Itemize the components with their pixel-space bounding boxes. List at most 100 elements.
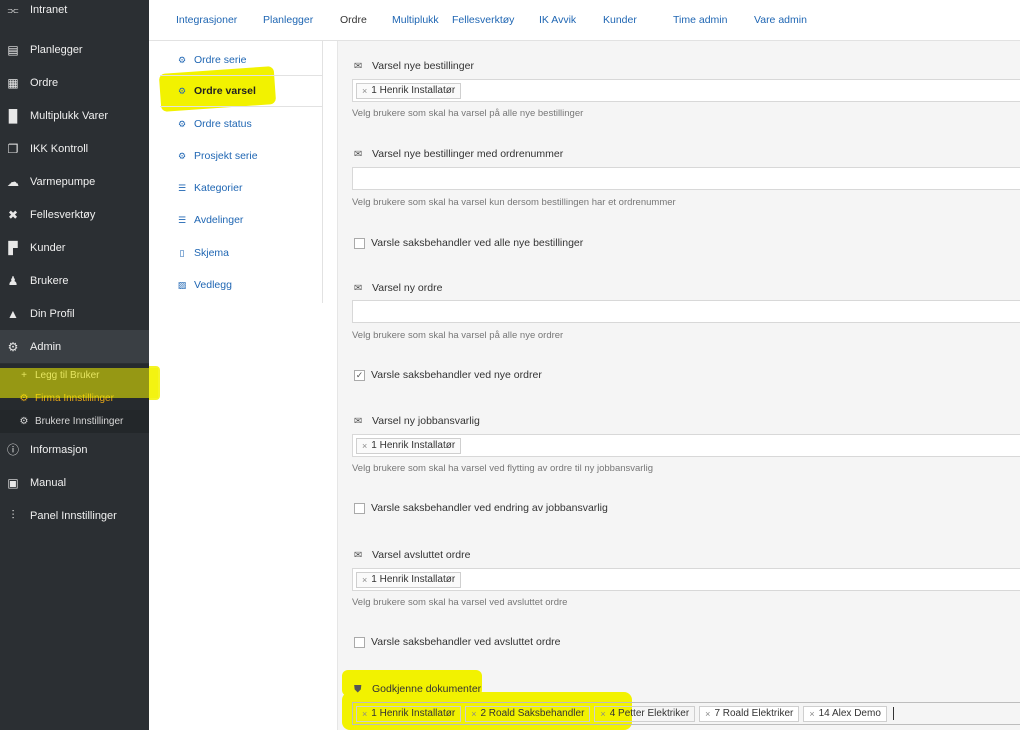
tab-integrasjoner[interactable]: Integrasjoner: [176, 0, 237, 41]
user-tag[interactable]: × 1 Henrik Installatør: [356, 437, 462, 454]
sidebar-item-din-profil[interactable]: ▲ Din Profil: [0, 297, 149, 330]
subnav-label: Vedlegg: [194, 279, 232, 291]
sidebar-item-varmepumpe[interactable]: ☁ Varmepumpe: [0, 165, 149, 198]
checkbox-label: Varsle saksbehandler ved nye ordrer: [371, 369, 542, 381]
tab-kunder[interactable]: Kunder: [603, 0, 637, 41]
subnav-avdelinger[interactable]: ☰ Avdelinger: [160, 204, 322, 236]
select-godkjenne-dokumenter[interactable]: × 1 Henrik Installatør × 2 Roald Saksbehan…: [352, 702, 1020, 725]
select-varsel-ny-ordre[interactable]: [352, 300, 1020, 323]
gear-icon: ⚙: [7, 339, 19, 354]
sidebar-item-label: Varmepumpe: [30, 175, 96, 188]
subnav-kategorier[interactable]: ☰ Kategorier: [160, 172, 322, 204]
user-tag[interactable]: × 1 Henrik Installatør: [356, 571, 462, 588]
tag-label: 1 Henrik Installatør: [371, 85, 456, 96]
sidebar-item-intranet[interactable]: ⫗ Intranet: [0, 0, 149, 22]
remove-icon[interactable]: ×: [362, 86, 367, 96]
cogs-icon: ⚙: [177, 150, 187, 161]
sidebar-subitem-brukere-innstillinger[interactable]: ⚙ Brukere Innstillinger: [0, 410, 149, 433]
cloud-icon: ☁: [7, 174, 19, 189]
shield-icon: ⛊: [354, 683, 362, 695]
tab-ordre[interactable]: Ordre: [340, 0, 367, 41]
subnav-label: Avdelinger: [194, 214, 244, 226]
select-varsel-avsluttet-ordre[interactable]: × 1 Henrik Installatør: [352, 568, 1020, 591]
subnav-label: Ordre serie: [194, 54, 247, 66]
sidebar-item-ikk-kontroll[interactable]: ❐ IKK Kontroll: [0, 132, 149, 165]
tab-vare-admin[interactable]: Vare admin: [754, 0, 807, 41]
sidebar-item-kunder[interactable]: ▛ Kunder: [0, 231, 149, 264]
sidebar-item-informasjon[interactable]: ⓘ Informasjon: [0, 433, 149, 466]
label-varsel-ny-jobbansvarlig: ✉ Varsel ny jobbansvarlig: [354, 415, 480, 427]
tag-label: 2 Roald Saksbehandler: [480, 708, 585, 719]
sidebar-item-panel-innstillinger[interactable]: ⫶ Panel Innstillinger: [0, 499, 149, 532]
envelope-icon: ✉: [354, 60, 363, 72]
sidebar-subitem-firma-innstillinger[interactable]: ⚙ Firma Innstillinger: [0, 387, 149, 410]
sidebar-item-multiplukk[interactable]: █ Multiplukk Varer: [0, 99, 149, 132]
tab-ik-avvik[interactable]: IK Avvik: [539, 0, 576, 41]
barcode-icon: █: [8, 108, 18, 123]
sidebar-subitem-label: Brukere Innstillinger: [35, 416, 124, 427]
sidebar-item-ordre[interactable]: ▦ Ordre: [0, 66, 149, 99]
sidebar-subitem-label: Legg til Bruker: [35, 370, 100, 381]
checkbox[interactable]: [354, 636, 365, 648]
checkbox-varsle-avsluttet-ordre[interactable]: Varsle saksbehandler ved avsluttet ordre: [354, 636, 561, 648]
tag-label: 7 Roald Elektriker: [714, 708, 794, 719]
sidebar-item-fellesverktoy[interactable]: ✖ Fellesverktøy: [0, 198, 149, 231]
checkbox-varsle-alle-bestillinger[interactable]: Varsle saksbehandler ved alle nye bestil…: [354, 237, 583, 249]
user-tag[interactable]: × 1 Henrik Installatør: [356, 82, 462, 99]
subnav-vedlegg[interactable]: ▨ Vedlegg: [160, 269, 322, 301]
remove-icon[interactable]: ×: [362, 575, 367, 585]
list-icon: ☰: [177, 182, 187, 193]
remove-icon[interactable]: ×: [705, 709, 710, 719]
tab-multiplukk[interactable]: Multiplukk: [392, 0, 439, 41]
select-varsel-ordrenummer[interactable]: [352, 167, 1020, 190]
label-varsel-ny-ordre: ✉ Varsel ny ordre: [354, 282, 442, 294]
subnav-skjema[interactable]: ▯ Skjema: [160, 237, 322, 269]
building-icon: ▛: [8, 240, 18, 255]
help-text: Velg brukere som skal ha varsel på alle …: [352, 108, 584, 119]
help-text: Velg brukere som skal ha varsel på alle …: [352, 330, 564, 341]
sidebar-item-label: Planlegger: [30, 43, 83, 56]
select-varsel-ny-jobbansvarlig[interactable]: × 1 Henrik Installatør: [352, 434, 1020, 457]
subnav-prosjekt-serie[interactable]: ⚙ Prosjekt serie: [160, 140, 322, 172]
sidebar-item-brukere[interactable]: ♟ Brukere: [0, 264, 149, 297]
checkbox-checked[interactable]: ✓: [354, 369, 365, 381]
sidebar-item-label: Intranet: [30, 4, 68, 16]
user-tag[interactable]: × 14 Alex Demo: [803, 705, 887, 722]
remove-icon[interactable]: ×: [809, 709, 814, 719]
gear-icon: ⚙: [19, 416, 29, 427]
checkbox[interactable]: [354, 237, 365, 249]
subnav-label: Ordre status: [194, 118, 252, 130]
field-label: Varsel nye bestillinger: [372, 60, 474, 72]
subnav-ordre-varsel[interactable]: ⚙ Ordre varsel: [160, 75, 322, 107]
user-tag[interactable]: × 4 Petter Elektriker: [594, 705, 696, 722]
remove-icon[interactable]: ×: [471, 709, 476, 719]
sidebar-item-manual[interactable]: ▣ Manual: [0, 466, 149, 499]
select-varsel-nye-bestillinger[interactable]: × 1 Henrik Installatør: [352, 79, 1020, 102]
user-tag[interactable]: × 7 Roald Elektriker: [699, 705, 800, 722]
help-text: Velg brukere som skal ha varsel ved flyt…: [352, 463, 653, 474]
user-tag[interactable]: × 1 Henrik Installatør: [356, 705, 462, 722]
field-label: Godkjenne dokumenter: [372, 683, 482, 695]
tab-planlegger[interactable]: Planlegger: [263, 0, 313, 41]
sidebar-item-label: Fellesverktøy: [30, 208, 96, 221]
remove-icon[interactable]: ×: [362, 441, 367, 451]
checkbox-varsle-endring-jobbansvarlig[interactable]: Varsle saksbehandler ved endring av jobb…: [354, 502, 608, 514]
subnav-ordre-serie[interactable]: ⚙ Ordre serie: [160, 44, 322, 76]
checkbox[interactable]: [354, 502, 365, 514]
text-cursor: [892, 707, 894, 720]
label-godkjenne-dokumenter: ⛊ Godkjenne dokumenter: [354, 683, 481, 695]
user-tag[interactable]: × 2 Roald Saksbehandler: [465, 705, 591, 722]
remove-icon[interactable]: ×: [362, 709, 367, 719]
checkbox-varsle-nye-ordrer[interactable]: ✓ Varsle saksbehandler ved nye ordrer: [354, 369, 542, 381]
sidebar-item-admin[interactable]: ⚙ Admin: [0, 330, 149, 363]
sidebar-item-label: Informasjon: [30, 443, 88, 456]
checkbox-label: Varsle saksbehandler ved endring av jobb…: [371, 502, 608, 514]
tab-time-admin[interactable]: Time admin: [673, 0, 727, 41]
remove-icon[interactable]: ×: [600, 709, 605, 719]
sidebar-item-label: Multiplukk Varer: [30, 109, 109, 122]
tab-fellesverktoy[interactable]: Fellesverktøy: [452, 0, 514, 41]
grid-icon: ▦: [7, 75, 19, 90]
sidebar-subitem-legg-til-bruker[interactable]: + Legg til Bruker: [0, 364, 149, 387]
subnav-ordre-status[interactable]: ⚙ Ordre status: [160, 108, 322, 140]
sidebar-item-planlegger[interactable]: ▤ Planlegger: [0, 33, 149, 66]
